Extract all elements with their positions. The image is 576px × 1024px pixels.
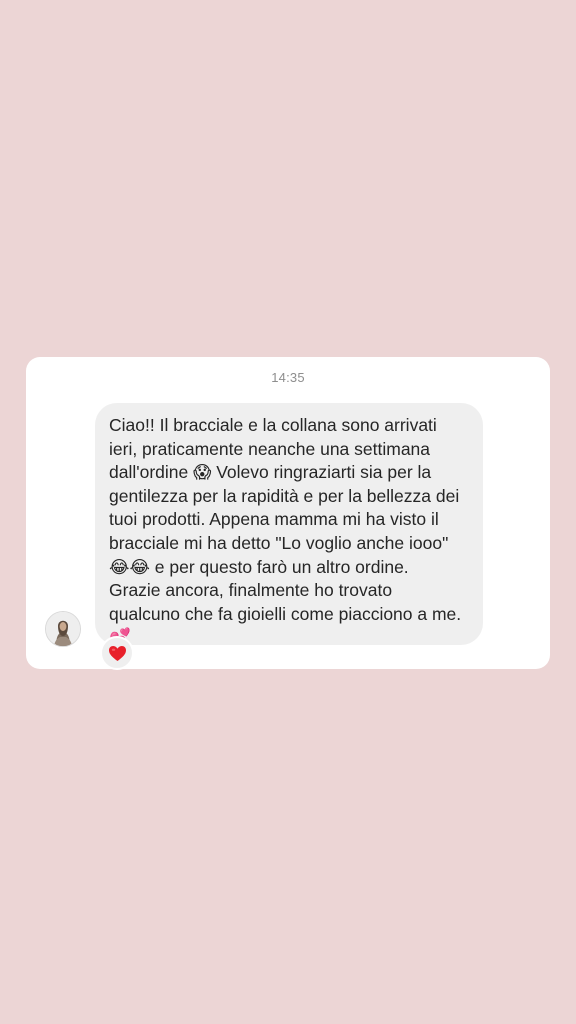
profile-photo	[46, 612, 80, 646]
message-bubble[interactable]: Ciao!! Il bracciale e la collana sono ar…	[95, 403, 483, 647]
sender-avatar[interactable]	[45, 611, 81, 647]
message-text: Ciao!! Il bracciale e la collana sono ar…	[109, 415, 462, 647]
heart-icon	[108, 645, 126, 661]
reaction-badge[interactable]	[100, 636, 134, 670]
message-card: 14:35 Ciao!! Il bracciale e la collana s…	[26, 357, 550, 670]
message-timestamp: 14:35	[271, 370, 305, 385]
